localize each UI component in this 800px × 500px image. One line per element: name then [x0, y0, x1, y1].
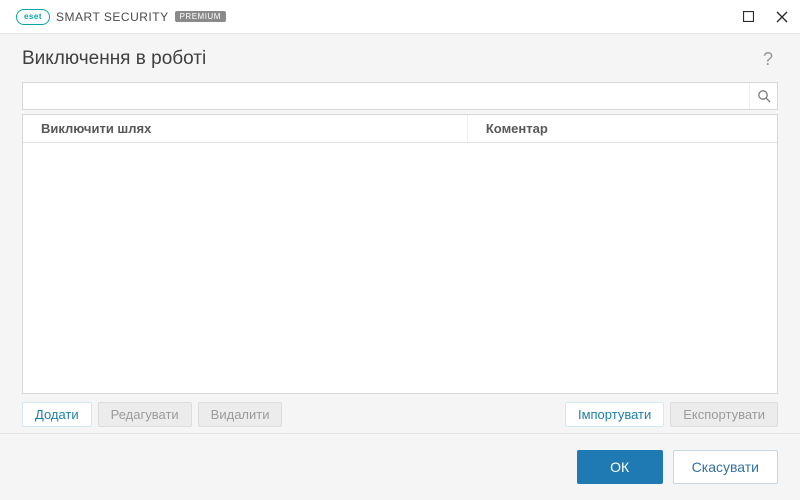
help-icon: ? — [763, 49, 773, 70]
maximize-button[interactable] — [740, 9, 756, 25]
close-button[interactable] — [774, 9, 790, 25]
search-button[interactable] — [749, 83, 777, 109]
close-icon — [776, 11, 788, 23]
content-area: Виключити шлях Коментар Додати Редагуват… — [0, 82, 800, 433]
delete-button: Видалити — [198, 402, 283, 427]
edit-button: Редагувати — [98, 402, 192, 427]
search-input[interactable] — [23, 83, 749, 109]
dialog-header: Виключення в роботі ? — [0, 34, 800, 82]
dialog-footer: ОК Скасувати — [0, 433, 800, 500]
search-row — [22, 82, 778, 110]
table-header: Виключити шлях Коментар — [23, 115, 777, 143]
titlebar: eset SMART SECURITY PREMIUM — [0, 0, 800, 34]
premium-badge: PREMIUM — [175, 11, 226, 22]
exclusions-table: Виключити шлях Коментар — [22, 114, 778, 394]
page-title: Виключення в роботі — [22, 48, 206, 70]
window-controls — [740, 9, 790, 25]
ok-button[interactable]: ОК — [577, 450, 663, 484]
product-name: SMART SECURITY — [56, 10, 169, 24]
import-button[interactable]: Імпортувати — [565, 402, 664, 427]
search-icon — [757, 89, 771, 103]
export-button: Експортувати — [670, 402, 778, 427]
column-header-path[interactable]: Виключити шлях — [23, 115, 468, 142]
cancel-button[interactable]: Скасувати — [673, 450, 778, 484]
brand: eset SMART SECURITY PREMIUM — [16, 9, 226, 25]
table-actions: Додати Редагувати Видалити Імпортувати Е… — [22, 394, 778, 433]
eset-logo: eset — [16, 9, 50, 25]
table-body — [23, 143, 777, 393]
help-button[interactable]: ? — [758, 49, 778, 69]
column-header-comment[interactable]: Коментар — [468, 115, 777, 142]
add-button[interactable]: Додати — [22, 402, 92, 427]
maximize-icon — [743, 11, 754, 22]
